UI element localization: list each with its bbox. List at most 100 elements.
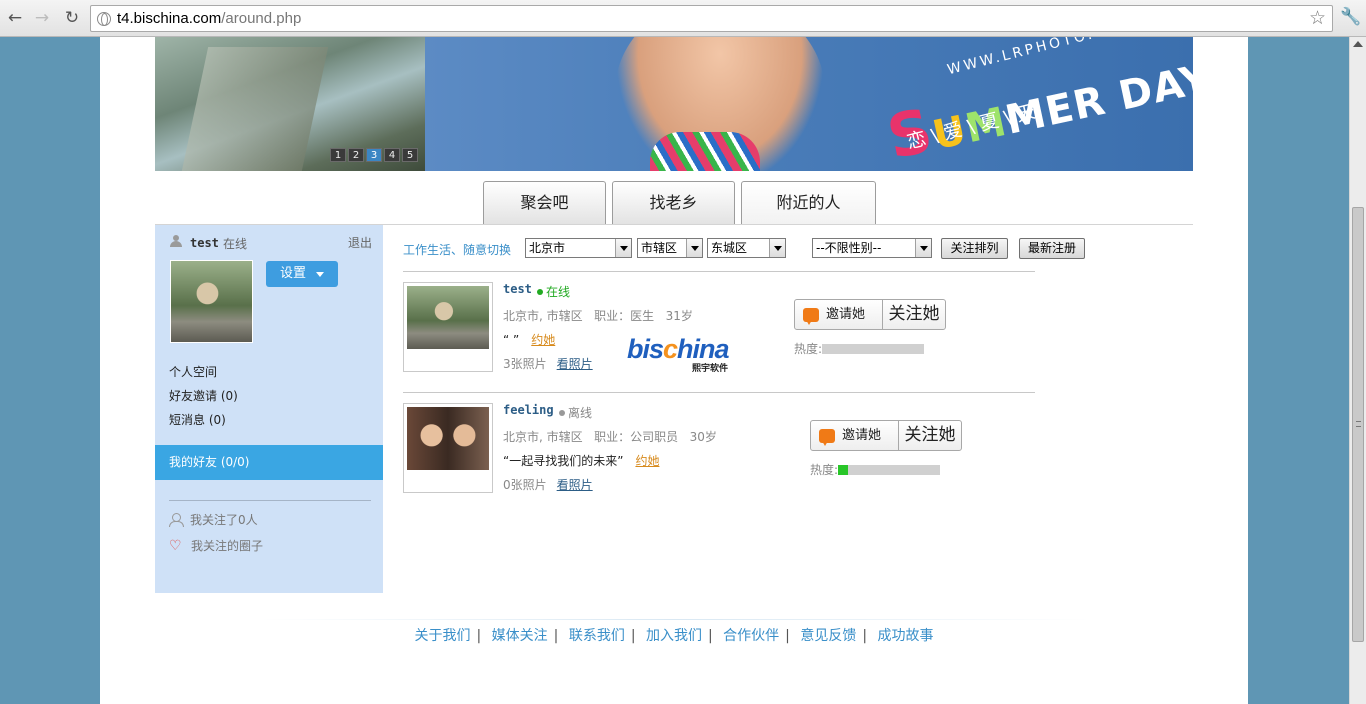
dropdown-arrow-icon[interactable] — [615, 239, 631, 257]
logout-link[interactable]: 退出 — [348, 234, 372, 251]
user-age: 31岁 — [665, 309, 693, 323]
slide-dot[interactable]: 4 — [384, 148, 400, 162]
list-divider — [403, 392, 1035, 393]
footer-link-join[interactable]: 加入我们 — [646, 628, 702, 644]
dropdown-arrow-icon[interactable] — [686, 239, 702, 257]
user-location: 北京市, 市辖区 — [503, 309, 583, 323]
scroll-up-arrow-icon[interactable] — [1353, 41, 1363, 47]
page-content: WWW.LRPHOTO.CN SUMMER DAYS 恋 \ 爱 \ 夏 \ 天… — [100, 37, 1248, 704]
sidebar-menu: 个人空间 好友邀请 (0) 短消息 (0) — [169, 360, 238, 432]
online-status: 离线 — [559, 404, 592, 421]
slide-dot[interactable]: 5 — [402, 148, 418, 162]
wrench-icon[interactable]: 🔧 — [1340, 7, 1361, 27]
photos-row: 0张照片 看照片 — [503, 476, 593, 493]
heat-row: 热度: — [810, 461, 941, 478]
dropdown-arrow-icon[interactable] — [769, 239, 785, 257]
slide-dot[interactable]: 1 — [330, 148, 346, 162]
follow-button[interactable]: 关注她 — [899, 421, 961, 450]
view-photos-link[interactable]: 看照片 — [557, 357, 593, 371]
city-select[interactable]: 北京市 — [525, 238, 632, 258]
banner-headline: SUMMER DAYS — [881, 49, 1193, 171]
user-job: 医生 — [630, 309, 655, 323]
user-quote: “ ” — [503, 333, 520, 347]
tab-hometown[interactable]: 找老乡 — [612, 181, 735, 224]
following-circles-label: 我关注的圈子 — [191, 539, 264, 553]
scroll-thumb[interactable] — [1352, 207, 1364, 642]
slide-dot-active[interactable]: 3 — [366, 148, 382, 162]
banner-summer-image: WWW.LRPHOTO.CN SUMMER DAYS 恋 \ 爱 \ 夏 \ 天 — [425, 37, 1193, 171]
invite-button[interactable]: 邀请她 — [795, 300, 883, 329]
page-scrollbar[interactable] — [1349, 37, 1366, 704]
sort-newest-button[interactable]: 最新注册 — [1019, 238, 1085, 259]
user-photo[interactable] — [403, 282, 493, 372]
gender-select[interactable]: --不限性别-- — [812, 238, 932, 258]
reload-icon[interactable]: ↻ — [62, 8, 82, 28]
user-name[interactable]: test — [503, 282, 532, 296]
tab-nearby[interactable]: 附近的人 — [741, 181, 876, 224]
following-circles-row[interactable]: ♡ 我关注的圈子 — [169, 537, 263, 554]
list-item: feeling 离线 北京市, 市辖区 职业：公司职员 30岁 “一起寻找我们的… — [403, 403, 1043, 513]
gender-value: --不限性别-- — [816, 241, 882, 255]
user-job: 公司职员 — [630, 430, 679, 444]
footer-link-about[interactable]: 关于我们 — [414, 628, 470, 644]
main-tabs: 聚会吧 找老乡 附近的人 — [483, 181, 876, 224]
heat-fill — [838, 465, 849, 475]
mode-switch-link[interactable]: 工作生活、随意切换 — [403, 241, 511, 258]
address-bar[interactable]: t4.bischina.com/around.php ☆ — [90, 5, 1333, 32]
date-link[interactable]: 约她 — [531, 333, 555, 347]
list-item: test 在线 北京市, 市辖区 职业：医生 31岁 “ ” 约她 3张照片 看照片… — [403, 282, 1043, 392]
chat-bubble-icon — [819, 428, 835, 446]
bookmark-star-icon[interactable]: ☆ — [1309, 7, 1326, 29]
footer-link-stories[interactable]: 成功故事 — [878, 628, 934, 644]
sidebar-item-space[interactable]: 个人空间 — [169, 360, 238, 384]
settings-button[interactable]: 设置 — [266, 261, 338, 287]
forward-arrow-icon[interactable]: → — [32, 8, 52, 28]
user-quote: “一起寻找我们的未来” — [503, 454, 624, 468]
following-people-row[interactable]: 我关注了0人 — [169, 511, 258, 528]
sidebar-item-messages[interactable]: 短消息 (0) — [169, 408, 238, 432]
online-status-label: 在线 — [546, 285, 571, 299]
sidebar-username[interactable]: test — [190, 236, 219, 250]
heat-bar — [822, 344, 925, 354]
user-photo-image — [407, 286, 489, 349]
url-text[interactable]: t4.bischina.com/around.php — [117, 10, 301, 27]
footer-link-contact[interactable]: 联系我们 — [569, 628, 625, 644]
dropdown-arrow-icon[interactable] — [915, 239, 931, 257]
tab-party[interactable]: 聚会吧 — [483, 181, 606, 224]
area-select[interactable]: 东城区 — [707, 238, 786, 258]
user-quote-row: “ ” 约她 — [503, 331, 555, 348]
sort-by-follow-button[interactable]: 关注排列 — [941, 238, 1008, 259]
following-people-label: 我关注了0人 — [190, 513, 258, 527]
action-buttons: 邀请她 关注她 — [794, 299, 946, 330]
settings-label: 设置 — [280, 266, 307, 281]
user-photo[interactable] — [403, 403, 493, 493]
back-arrow-icon[interactable]: ← — [5, 8, 25, 28]
footer-link-media[interactable]: 媒体关注 — [492, 628, 548, 644]
heat-row: 热度: — [794, 340, 925, 357]
view-photos-link[interactable]: 看照片 — [557, 478, 593, 492]
filter-bar: 工作生活、随意切换 北京市 市辖区 东城区 --不限性别-- 关注排列 最新注册 — [403, 238, 1103, 260]
user-name[interactable]: feeling — [503, 403, 554, 417]
footer-link-partners[interactable]: 合作伙伴 — [723, 628, 779, 644]
user-meta: 北京市, 市辖区 职业：医生 31岁 — [503, 307, 693, 324]
sidebar-divider — [169, 500, 371, 501]
action-buttons: 邀请她 关注她 — [810, 420, 962, 451]
sidebar-item-friends[interactable]: 我的好友 (0/0) — [155, 445, 383, 480]
footer-link-feedback[interactable]: 意见反馈 — [800, 628, 856, 644]
footer-links: 关于我们 | 媒体关注 | 联系我们 | 加入我们 | 合作伙伴 | 意见反馈 | 成功故事 — [414, 628, 934, 644]
sidebar-item-invites[interactable]: 好友邀请 (0) — [169, 384, 238, 408]
avatar[interactable] — [170, 260, 253, 343]
job-label: 职业： — [594, 309, 631, 323]
user-location: 北京市, 市辖区 — [503, 430, 583, 444]
banner-carousel[interactable]: WWW.LRPHOTO.CN SUMMER DAYS 恋 \ 爱 \ 夏 \ 天… — [155, 37, 1193, 171]
slide-dot[interactable]: 2 — [348, 148, 364, 162]
scroll-grip-icon — [1356, 421, 1361, 427]
job-label: 职业： — [594, 430, 631, 444]
date-link[interactable]: 约她 — [635, 454, 659, 468]
follow-button[interactable]: 关注她 — [883, 300, 945, 329]
photo-count: 3张照片 — [503, 357, 547, 371]
person-icon — [169, 513, 184, 527]
invite-button[interactable]: 邀请她 — [811, 421, 899, 450]
district-select[interactable]: 市辖区 — [637, 238, 703, 258]
slide-indicators: 1 2 3 4 5 — [330, 148, 418, 162]
